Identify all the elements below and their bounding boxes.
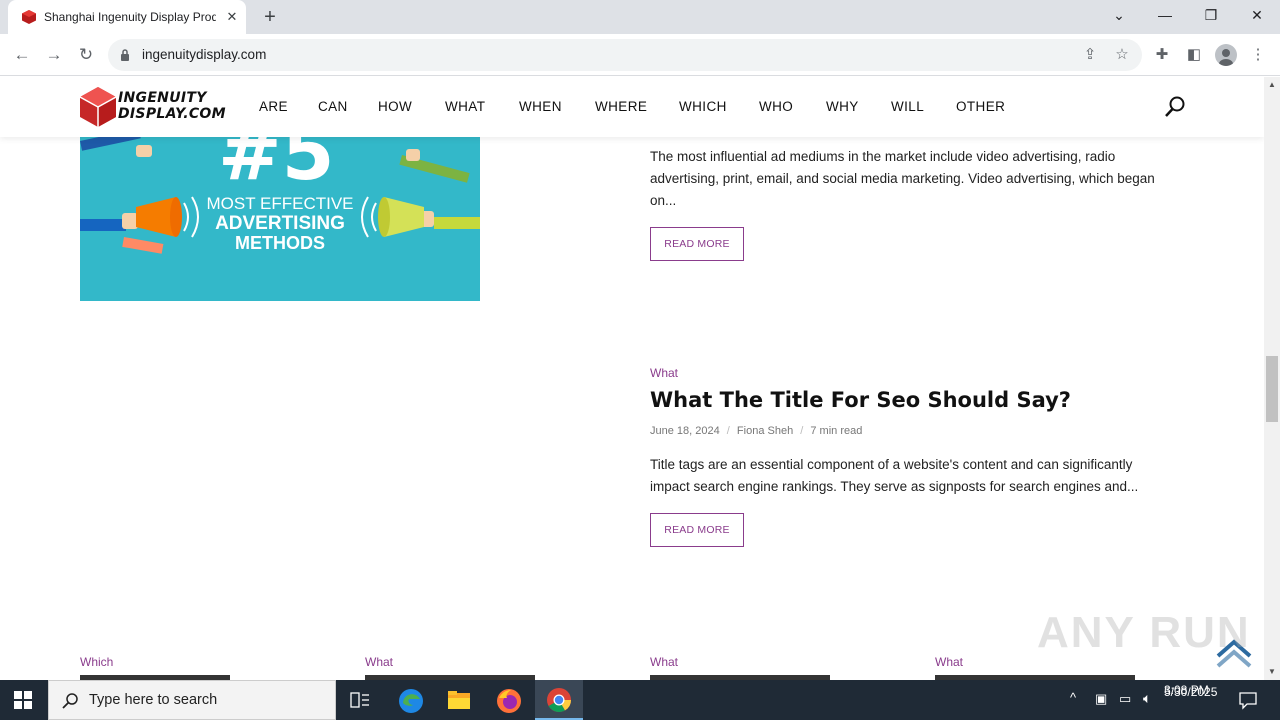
url-text: ingenuitydisplay.com [142, 47, 267, 62]
lock-icon [121, 49, 129, 61]
network-icon[interactable]: ▭ [1119, 691, 1131, 707]
taskbar-search-icon [62, 693, 78, 709]
tray-chevron-up-icon[interactable]: ^ [1070, 690, 1076, 705]
post2-date: June 18, 2024 [650, 425, 720, 437]
post2-meta: June 18, 2024 / Fiona Sheh / 7 min read [650, 425, 863, 437]
grid-post3-category[interactable]: What [650, 655, 678, 669]
tab-search-chevron-icon[interactable]: ⌄ [1096, 0, 1142, 30]
site-logo[interactable]: INGENUITY DISPLAY.COM [80, 87, 230, 129]
restore-icon[interactable]: ❐ [1188, 0, 1234, 30]
post1-read-more-button[interactable]: READ MORE [650, 227, 744, 261]
post2-title[interactable]: What The Title For Seo Should Say? [650, 388, 1071, 412]
profile-avatar-icon[interactable] [1215, 44, 1237, 66]
nav-why[interactable]: WHY [826, 99, 859, 114]
taskbar-search-placeholder: Type here to search [89, 692, 218, 708]
post2-excerpt: Title tags are an essential component of… [650, 457, 1139, 494]
clock-date: 5/30/2025 [1164, 685, 1218, 699]
task-view-icon[interactable] [350, 691, 370, 709]
post2-read-more-button[interactable]: READ MORE [650, 513, 744, 547]
logo-text-line1: INGENUITY [118, 90, 207, 106]
megaphone-hands-illustration [80, 137, 480, 254]
nav-are[interactable]: ARE [259, 99, 288, 114]
nav-can[interactable]: CAN [318, 99, 348, 114]
post2-author[interactable]: Fiona Sheh [737, 425, 793, 437]
chrome-taskbar-button[interactable] [535, 680, 583, 720]
post1-excerpt: The most influential ad mediums in the m… [650, 149, 1155, 208]
minimize-icon[interactable]: — [1142, 0, 1188, 30]
taskbar-search-box[interactable]: Type here to search [48, 680, 336, 720]
page-scrollbar[interactable]: ▲ ▼ [1264, 77, 1280, 680]
back-icon[interactable]: ← [9, 42, 35, 68]
side-panel-icon[interactable]: ◧ [1184, 45, 1204, 65]
share-icon[interactable]: ⇪ [1080, 45, 1100, 65]
anyrun-watermark: ANY RUN [1037, 608, 1251, 657]
forward-icon[interactable]: → [41, 42, 67, 68]
nav-which[interactable]: WHICH [679, 99, 727, 114]
new-tab-icon[interactable]: + [258, 6, 282, 28]
logo-text-line2: DISPLAY.COM [118, 106, 226, 122]
post2-read-time: 7 min read [810, 425, 863, 437]
search-icon[interactable] [1163, 95, 1187, 119]
browser-toolbar: ← → ↻ ingenuitydisplay.com ⇪ ☆ ✚ ◧ ⋮ [0, 34, 1280, 76]
tab-title: Shanghai Ingenuity Display Prod [44, 10, 216, 24]
reload-icon[interactable]: ↻ [73, 42, 99, 68]
notification-icon[interactable] [1238, 690, 1258, 710]
windows-start-icon[interactable] [14, 691, 32, 709]
site-header: INGENUITY DISPLAY.COM ARE CAN HOW WHAT W… [0, 77, 1264, 137]
address-bar[interactable]: ingenuitydisplay.com ⇪ ☆ [108, 39, 1142, 71]
web-page: INGENUITY DISPLAY.COM ARE CAN HOW WHAT W… [0, 77, 1264, 680]
extensions-icon[interactable]: ✚ [1152, 45, 1172, 65]
post2-category[interactable]: What [650, 366, 678, 380]
browser-menu-icon[interactable]: ⋮ [1248, 45, 1268, 65]
nav-will[interactable]: WILL [891, 99, 924, 114]
windows-taskbar: Type here to search ^ ▣ ▭ 🔈︎ 3:08 PM 5/3… [0, 680, 1280, 720]
scroll-up-icon[interactable]: ▲ [1264, 79, 1280, 91]
nav-how[interactable]: HOW [378, 99, 412, 114]
tray-device-icon[interactable]: ▣ [1095, 691, 1107, 707]
bookmark-star-icon[interactable]: ☆ [1112, 45, 1132, 65]
chrome-icon [547, 688, 571, 713]
scroll-thumb[interactable] [1266, 356, 1278, 422]
post-featured-image[interactable]: #5 MOST EFFECTIVE ADVERTISING METHODS [80, 137, 480, 301]
site-favicon-icon [22, 10, 36, 24]
nav-when[interactable]: WHEN [519, 99, 562, 114]
logo-cube-icon [80, 87, 116, 127]
firefox-icon[interactable] [496, 688, 522, 714]
close-window-icon[interactable]: ✕ [1234, 0, 1280, 30]
grid-post4-category[interactable]: What [935, 655, 963, 669]
nav-where[interactable]: WHERE [595, 99, 647, 114]
volume-icon[interactable]: 🔈︎ [1143, 690, 1151, 707]
grid-post2-category[interactable]: What [365, 655, 393, 669]
browser-tab-strip: Shanghai Ingenuity Display Prod ✕ + ⌄ — … [0, 0, 1280, 34]
scroll-down-icon[interactable]: ▼ [1264, 666, 1280, 678]
nav-other[interactable]: OTHER [956, 99, 1005, 114]
edge-icon[interactable] [398, 688, 424, 714]
browser-tab[interactable]: Shanghai Ingenuity Display Prod ✕ [8, 0, 246, 34]
tab-close-icon[interactable]: ✕ [224, 9, 240, 25]
file-explorer-icon[interactable] [447, 689, 471, 711]
nav-who[interactable]: WHO [759, 99, 793, 114]
grid-post1-category[interactable]: Which [80, 655, 113, 669]
nav-what[interactable]: WHAT [445, 99, 485, 114]
